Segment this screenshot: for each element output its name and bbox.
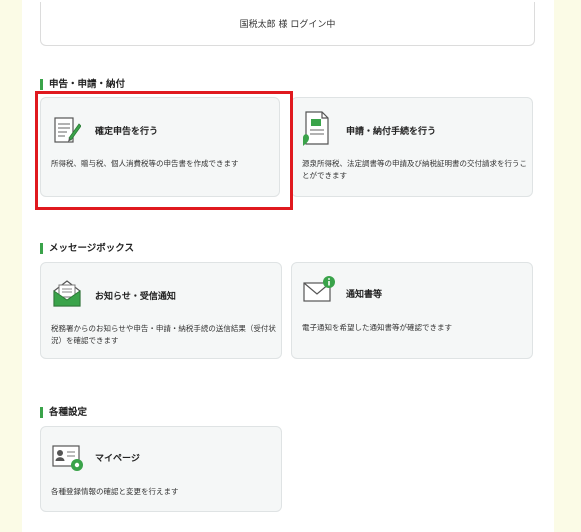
card-description: 電子通知を希望した通知書等が確認できます — [302, 323, 452, 332]
card-notices[interactable]: お知らせ・受信通知 税務署からのお知らせや申告・申請・納税手続の送信結果（受付状… — [40, 262, 282, 359]
card-title: お知らせ・受信通知 — [95, 292, 176, 302]
card-notification-documents[interactable]: 通知書等 電子通知を希望した通知書等が確認できます — [291, 262, 533, 359]
main-page: 国税太郎 様 ログイン中 申告・申請・納付 確定申告を行う 所得税、贈与税、個人… — [22, 0, 554, 532]
certificate-icon — [300, 108, 334, 152]
open-mail-icon — [51, 277, 83, 313]
card-title: 確定申告を行う — [95, 127, 159, 137]
profile-settings-icon — [51, 443, 85, 477]
card-description: 所得税、贈与税、個人消費税等の申告書を作成できます — [51, 159, 239, 168]
card-description: 各種登録情報の確認と変更を行えます — [51, 487, 179, 496]
card-application-payment[interactable]: 申請・納付手続を行う 源泉所得税、法定調書等の申請及び納税証明書の交付請求を行う… — [291, 97, 533, 197]
card-my-page[interactable]: マイページ 各種登録情報の確認と変更を行えます — [40, 426, 282, 512]
card-title: 申請・納付手続を行う — [346, 127, 437, 137]
section-title-settings: 各種設定 — [40, 407, 87, 418]
card-title: マイページ — [95, 454, 140, 464]
login-status-text: 国税太郎 様 ログイン中 — [239, 20, 336, 30]
card-final-tax-return[interactable]: 確定申告を行う 所得税、贈与税、個人消費税等の申告書を作成できます — [40, 97, 280, 197]
card-title: 通知書等 — [346, 290, 383, 300]
document-edit-icon — [51, 114, 82, 150]
login-status-box: 国税太郎 様 ログイン中 — [40, 2, 535, 46]
section-title-messages: メッセージボックス — [40, 243, 134, 254]
section-title-filing: 申告・申請・納付 — [40, 79, 125, 90]
card-description: 源泉所得税、法定調書等の申請及び納税証明書の交付請求を行うことができます — [302, 159, 527, 180]
card-description: 税務署からのお知らせや申告・申請・納税手続の送信結果（受付状況）を確認できます — [51, 324, 276, 345]
mail-info-icon — [302, 275, 336, 309]
